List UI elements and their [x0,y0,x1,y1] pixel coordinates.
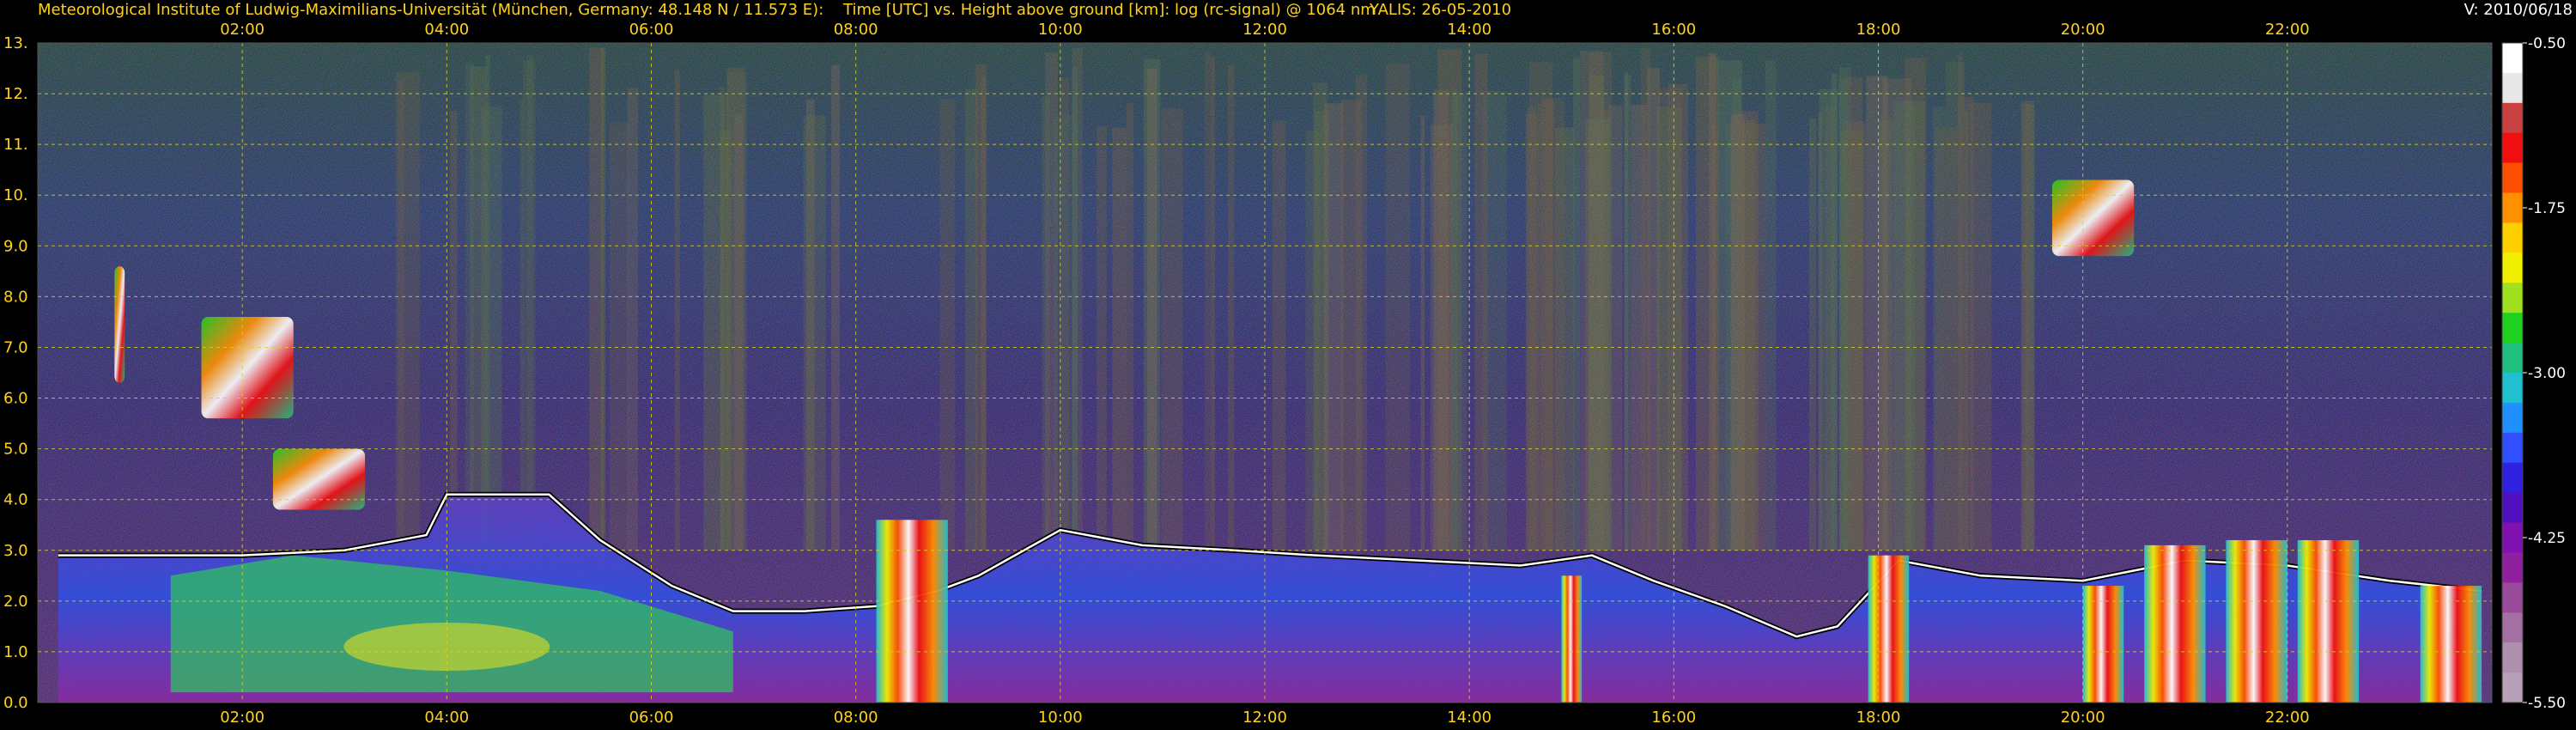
x-tick-label-top: 18:00 [1856,21,1901,39]
x-tick-label-top: 16:00 [1651,21,1696,39]
colorbar-step [2502,72,2523,104]
colorbar-step [2502,402,2523,434]
x-tick-label-top: 04:00 [424,21,469,39]
colorbar-step [2502,162,2523,194]
colorbar-step [2502,612,2523,643]
colorbar-step [2502,222,2523,253]
lidar-chart: Meteorological Institute of Ludwig-Maxim… [3,1,2573,727]
colorbar-step [2502,43,2523,74]
header-institute: Meteorological Institute of Ludwig-Maxim… [38,1,823,19]
convective-cell [2420,586,2482,703]
x-tick-label-bottom: 04:00 [424,709,469,727]
cirrus-cloud [114,265,125,383]
cirrus-cloud [2051,179,2135,257]
x-tick-label-bottom: 20:00 [2061,709,2105,727]
x-tick-label-top: 14:00 [1447,21,1492,39]
x-tick-label-bottom: 02:00 [220,709,264,727]
colorbar-step [2502,582,2523,613]
x-tick-label-top: 06:00 [629,21,674,39]
y-tick-label: 3.0 [3,542,28,560]
y-tick-label: 4.0 [3,491,28,509]
x-tick-label-top: 08:00 [834,21,878,39]
colorbar-step [2502,283,2523,313]
convective-cell [2082,586,2124,703]
colorbar-tick-label: -1.75 [2528,200,2566,217]
y-tick-label: 1.0 [3,643,28,661]
colorbar-step [2502,373,2523,404]
colorbar-tick-label: -5.50 [2528,695,2566,712]
colorbar-step [2502,192,2523,223]
colorbar-step [2502,642,2523,673]
y-tick-label: 11. [3,136,28,154]
x-axis-bottom: 02:00 04:00 06:00 08:00 10:00 12:00 14:00 16:00… [220,709,2310,727]
y-tick-label: 7.0 [3,338,28,356]
y-tick-label: 12. [3,85,28,103]
header-instrument: YALIS: 26-05-2010 [1369,1,1511,19]
x-tick-label-top: 02:00 [220,21,264,39]
colorbar: -0.50 -1.75 -3.00 -4.25 -5.50 [2501,35,2566,712]
x-tick-label-bottom: 12:00 [1242,709,1287,727]
colorbar-step [2502,552,2523,583]
cirrus-cloud [272,448,366,510]
convective-cell [1868,555,1910,703]
convective-cell [2297,539,2360,703]
colorbar-tick-label: -3.00 [2528,365,2566,382]
header-title: Time [UTC] vs. Height above ground [km]:… [842,1,1376,19]
convective-cell [876,520,948,703]
convective-cell [2226,539,2287,703]
convective-cell [1561,575,1583,703]
header-version: V: 2010/06/18 [2464,1,2573,19]
x-tick-label-bottom: 16:00 [1651,709,1696,727]
colorbar-step [2502,462,2523,494]
colorbar-step [2502,313,2523,344]
y-tick-label: 5.0 [3,441,28,459]
y-tick-label: 0.0 [3,694,28,712]
colorbar-tick-label: -0.50 [2528,35,2566,52]
x-tick-label-top: 22:00 [2265,21,2310,39]
colorbar-step [2502,343,2523,374]
colorbar-step [2502,672,2523,703]
colorbar-tick-label: -4.25 [2528,530,2566,547]
y-tick-label: 8.0 [3,288,28,306]
x-tick-label-bottom: 18:00 [1856,709,1901,727]
y-tick-label: 13. [3,34,28,52]
y-tick-label: 2.0 [3,593,28,611]
plot-area [38,43,2492,703]
colorbar-step [2502,102,2523,134]
x-tick-label-bottom: 14:00 [1447,709,1492,727]
x-tick-label-bottom: 06:00 [629,709,674,727]
y-tick-label: 9.0 [3,237,28,255]
colorbar-step [2502,132,2523,164]
x-tick-label-top: 20:00 [2061,21,2105,39]
colorbar-step [2502,252,2523,283]
colorbar-step [2502,432,2523,464]
x-tick-label-bottom: 22:00 [2265,709,2310,727]
x-tick-label-bottom: 08:00 [834,709,878,727]
x-tick-label-bottom: 10:00 [1038,709,1083,727]
y-tick-label: 6.0 [3,390,28,408]
colorbar-step [2502,492,2523,524]
x-tick-label-top: 10:00 [1038,21,1083,39]
x-axis-top: 02:00 04:00 06:00 08:00 10:00 12:00 14:00 16:00… [220,21,2310,39]
colorbar-step [2502,522,2523,553]
convective-cell [2144,544,2206,703]
cirrus-cloud [201,317,294,419]
x-tick-label-top: 12:00 [1242,21,1287,39]
y-tick-label: 10. [3,186,28,204]
y-axis: 0.0 1.0 2.0 3.0 4.0 5.0 6.0 7.0 8.0 9.0 10. 11. 12. 1… [3,34,28,712]
